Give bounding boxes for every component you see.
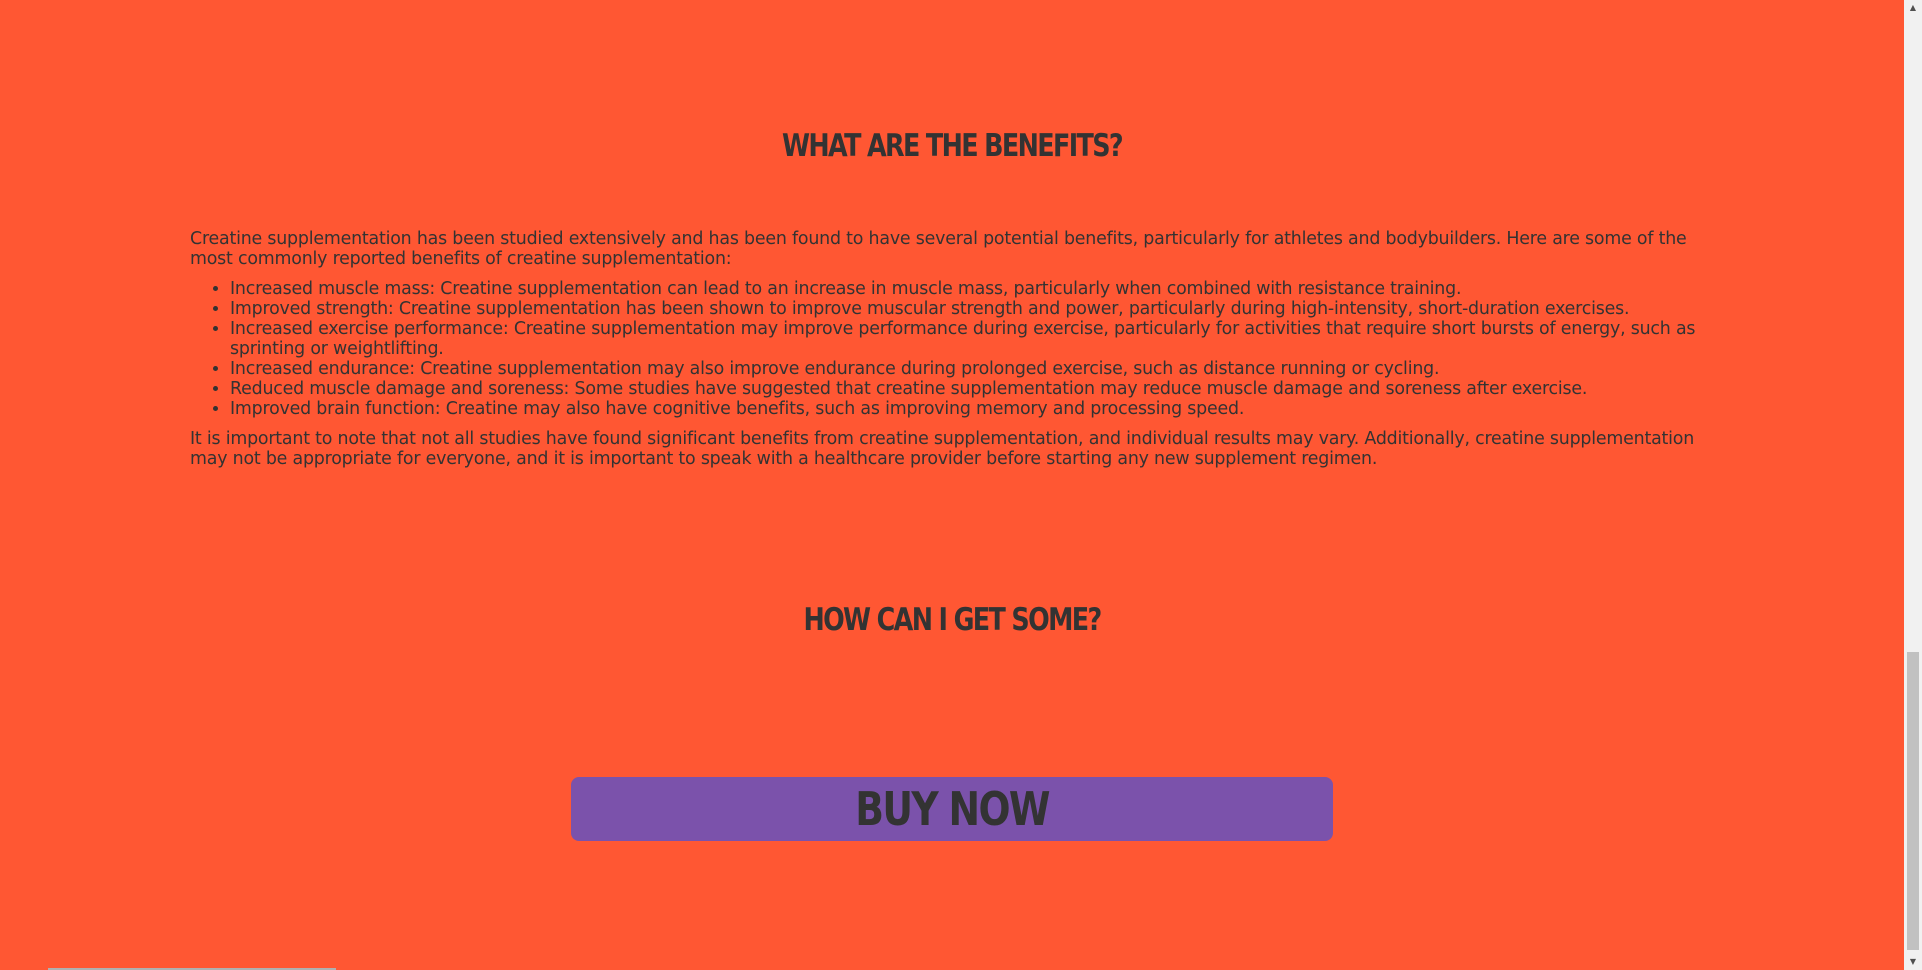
scrollbar-thumb[interactable]	[1907, 652, 1919, 950]
benefits-heading: WHAT ARE THE BENEFITS?	[781, 128, 1124, 164]
arrow-up-icon[interactable]: ▲	[1904, 0, 1922, 16]
benefits-list: Increased muscle mass: Creatine suppleme…	[190, 279, 1710, 419]
vertical-scrollbar[interactable]: ▲ ▼	[1904, 0, 1922, 970]
benefits-content: Creatine supplementation has been studie…	[190, 229, 1710, 469]
benefit-item-muscle-mass: Increased muscle mass: Creatine suppleme…	[230, 279, 1710, 299]
buy-now-label: BUY NOW	[855, 782, 1050, 836]
buy-now-button[interactable]: BUY NOW	[571, 777, 1333, 841]
benefit-item-muscle-damage: Reduced muscle damage and soreness: Some…	[230, 379, 1710, 399]
arrow-down-icon[interactable]: ▼	[1904, 954, 1922, 970]
benefit-item-brain-function: Improved brain function: Creatine may al…	[230, 399, 1710, 419]
benefit-item-strength: Improved strength: Creatine supplementat…	[230, 299, 1710, 319]
page: WHAT ARE THE BENEFITS? Creatine suppleme…	[0, 0, 1904, 970]
benefits-intro: Creatine supplementation has been studie…	[190, 229, 1687, 269]
benefits-note: It is important to note that not all stu…	[190, 429, 1695, 469]
benefit-item-performance: Increased exercise performance: Creatine…	[230, 319, 1710, 359]
benefit-item-endurance: Increased endurance: Creatine supplement…	[230, 359, 1710, 379]
purchase-heading: HOW CAN I GET SOME?	[803, 602, 1102, 638]
